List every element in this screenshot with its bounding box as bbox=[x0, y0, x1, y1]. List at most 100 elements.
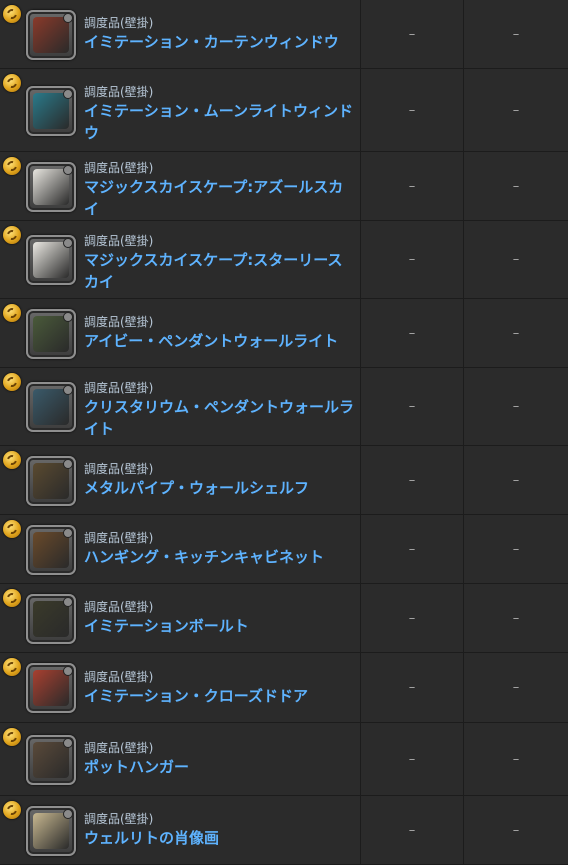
item-text: 調度品(壁掛) メタルパイプ・ウォールシェルフ bbox=[84, 462, 354, 499]
item-category: 調度品(壁掛) bbox=[84, 160, 154, 175]
value-cell-a: – bbox=[361, 368, 464, 445]
item-name-link[interactable]: イミテーションボールト bbox=[84, 615, 354, 637]
table-row[interactable]: 調度品(壁掛) クリスタリウム・ペンダントウォールライト – – bbox=[0, 368, 568, 446]
item-name-link[interactable]: メタルパイプ・ウォールシェルフ bbox=[84, 477, 354, 499]
item-cell: 調度品(壁掛) マジックスカイスケープ:アズールスカイ bbox=[0, 152, 361, 220]
item-picture bbox=[33, 741, 69, 778]
item-picture bbox=[33, 315, 69, 352]
item-text: 調度品(壁掛) ウェルリトの肖像画 bbox=[84, 812, 354, 849]
item-name-link[interactable]: マジックスカイスケープ:スターリースカイ bbox=[84, 249, 354, 293]
item-name-link[interactable]: ポットハンガー bbox=[84, 756, 354, 778]
item-dot-icon bbox=[63, 527, 73, 538]
item-text: 調度品(壁掛) ポットハンガー bbox=[84, 741, 354, 778]
item-cell: 調度品(壁掛) マジックスカイスケープ:スターリースカイ bbox=[0, 221, 361, 298]
item-thumbnail-icon[interactable] bbox=[26, 524, 76, 575]
table-row[interactable]: 調度品(壁掛) ポットハンガー – – bbox=[0, 723, 568, 796]
gil-icon bbox=[3, 5, 21, 23]
gil-icon bbox=[3, 304, 21, 322]
item-category: 調度品(壁掛) bbox=[84, 600, 154, 614]
table-row[interactable]: 調度品(壁掛) イミテーションボールト – – bbox=[0, 584, 568, 653]
item-name-link[interactable]: クリスタリウム・ペンダントウォールライト bbox=[84, 396, 354, 440]
item-category: 調度品(壁掛) bbox=[84, 16, 154, 30]
item-category: 調度品(壁掛) bbox=[84, 462, 154, 476]
item-text: 調度品(壁掛) ハンギング・キッチンキャビネット bbox=[84, 531, 354, 568]
item-cell: 調度品(壁掛) イミテーション・クローズドドア bbox=[0, 653, 361, 722]
item-dot-icon bbox=[63, 311, 73, 322]
value-cell-a: – bbox=[361, 723, 464, 795]
gil-icon bbox=[3, 589, 21, 607]
item-dot-icon bbox=[63, 164, 73, 175]
value-cell-b: – bbox=[512, 751, 520, 767]
item-name-link[interactable]: ハンギング・キッチンキャビネット bbox=[84, 546, 354, 568]
item-thumbnail-icon[interactable] bbox=[26, 663, 76, 713]
item-cell: 調度品(壁掛) ポットハンガー bbox=[0, 723, 361, 795]
item-thumbnail-icon[interactable] bbox=[26, 455, 76, 506]
item-cell: 調度品(壁掛) イミテーション・カーテンウィンドウ bbox=[0, 0, 361, 68]
value-cell-b: – bbox=[512, 325, 520, 341]
item-thumbnail-icon[interactable] bbox=[26, 805, 76, 856]
value-cell-b: – bbox=[512, 680, 520, 695]
item-picture bbox=[33, 812, 69, 849]
value-cell-a: – bbox=[361, 515, 464, 583]
item-thumbnail-icon[interactable] bbox=[26, 235, 76, 285]
item-dot-icon bbox=[63, 88, 73, 99]
item-thumbnail-icon[interactable] bbox=[26, 9, 76, 60]
item-text: 調度品(壁掛) クリスタリウム・ペンダントウォールライト bbox=[84, 381, 354, 440]
item-thumbnail-icon[interactable] bbox=[26, 382, 76, 432]
value-cell-a: – bbox=[361, 446, 464, 514]
item-cell: 調度品(壁掛) ハンギング・キッチンキャビネット bbox=[0, 515, 361, 583]
item-picture bbox=[33, 531, 69, 568]
item-category: 調度品(壁掛) bbox=[84, 812, 154, 826]
item-dot-icon bbox=[63, 458, 73, 469]
table-row[interactable]: 調度品(壁掛) イミテーション・クローズドドア – – bbox=[0, 653, 568, 723]
item-name-link[interactable]: アイビー・ペンダントウォールライト bbox=[84, 330, 354, 352]
gil-icon bbox=[3, 658, 21, 676]
value-cell-a: – bbox=[361, 584, 464, 652]
item-name-link[interactable]: ウェルリトの肖像画 bbox=[84, 827, 354, 849]
table-row[interactable]: 調度品(壁掛) マジックスカイスケープ:アズールスカイ – – bbox=[0, 152, 568, 221]
table-row[interactable]: 調度品(壁掛) アイビー・ペンダントウォールライト – – bbox=[0, 299, 568, 368]
value-cell-b: – bbox=[512, 26, 520, 42]
item-dot-icon bbox=[63, 666, 73, 676]
value-cell-b: – bbox=[512, 541, 520, 557]
item-category: 調度品(壁掛) bbox=[84, 669, 154, 684]
item-picture bbox=[33, 462, 69, 499]
gil-icon bbox=[3, 373, 21, 391]
item-cell: 調度品(壁掛) メタルパイプ・ウォールシェルフ bbox=[0, 446, 361, 514]
item-name-link[interactable]: マジックスカイスケープ:アズールスカイ bbox=[84, 176, 354, 220]
item-dot-icon bbox=[63, 596, 73, 607]
item-category: 調度品(壁掛) bbox=[84, 381, 154, 395]
gil-icon bbox=[3, 801, 21, 819]
item-dot-icon bbox=[63, 238, 73, 248]
value-cell-a: – bbox=[361, 221, 464, 298]
item-dot-icon bbox=[63, 737, 73, 748]
item-cell: 調度品(壁掛) アイビー・ペンダントウォールライト bbox=[0, 299, 361, 367]
table-row[interactable]: 調度品(壁掛) ウェルリトの肖像画 – – bbox=[0, 796, 568, 865]
item-thumbnail-icon[interactable] bbox=[26, 593, 76, 644]
item-thumbnail-icon[interactable] bbox=[26, 734, 76, 785]
table-row[interactable]: 調度品(壁掛) イミテーション・カーテンウィンドウ – – bbox=[0, 0, 568, 69]
item-name-link[interactable]: イミテーション・クローズドドア bbox=[84, 685, 354, 707]
item-table: 調度品(壁掛) イミテーション・カーテンウィンドウ – – 調度品(壁掛) イミテーション… bbox=[0, 0, 568, 865]
table-row[interactable]: 調度品(壁掛) ハンギング・キッチンキャビネット – – bbox=[0, 515, 568, 584]
table-row[interactable]: 調度品(壁掛) メタルパイプ・ウォールシェルフ – – bbox=[0, 446, 568, 515]
value-cell-a: – bbox=[361, 653, 464, 722]
value-cell-a: – bbox=[361, 0, 464, 68]
item-cell: 調度品(壁掛) クリスタリウム・ペンダントウォールライト bbox=[0, 368, 361, 445]
value-cell-b: – bbox=[512, 399, 520, 414]
item-picture bbox=[33, 168, 69, 205]
value-cell-b: – bbox=[512, 472, 520, 488]
item-cell: 調度品(壁掛) イミテーションボールト bbox=[0, 584, 361, 652]
table-row[interactable]: 調度品(壁掛) イミテーション・ムーンライトウィンドウ – – bbox=[0, 69, 568, 152]
gil-icon bbox=[3, 157, 21, 175]
table-row[interactable]: 調度品(壁掛) マジックスカイスケープ:スターリースカイ – – bbox=[0, 221, 568, 299]
item-name-link[interactable]: イミテーション・ムーンライトウィンドウ bbox=[84, 100, 354, 144]
value-cell-b: – bbox=[512, 178, 520, 194]
item-thumbnail-icon[interactable] bbox=[26, 308, 76, 359]
item-cell: 調度品(壁掛) ウェルリトの肖像画 bbox=[0, 796, 361, 864]
item-picture bbox=[33, 16, 69, 53]
item-dot-icon bbox=[63, 808, 73, 819]
item-thumbnail-icon[interactable] bbox=[26, 161, 76, 212]
item-thumbnail-icon[interactable] bbox=[26, 85, 76, 136]
item-name-link[interactable]: イミテーション・カーテンウィンドウ bbox=[84, 31, 354, 53]
